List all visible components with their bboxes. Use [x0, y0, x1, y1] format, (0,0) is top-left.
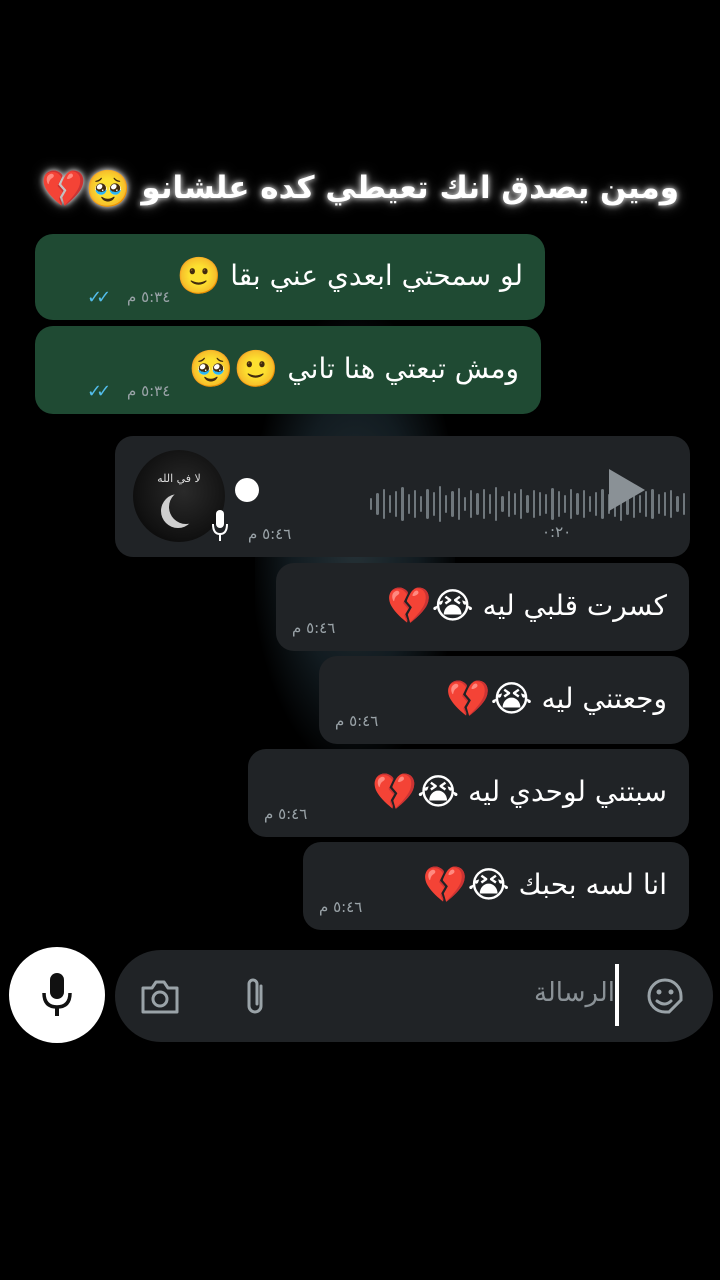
waveform-bar [376, 493, 379, 515]
microphone-icon [212, 510, 228, 541]
waveform-bar [663, 492, 666, 516]
waveform-bar [382, 489, 385, 519]
message-input[interactable]: الرسالة [534, 978, 615, 1008]
sticker-icon[interactable] [643, 974, 687, 1018]
message-text-row: لو سمحتي ابعدي عني بقا 🙂 [176, 259, 523, 295]
waveform-bar [651, 489, 654, 519]
message-time: ٥:٤٦ م [319, 898, 363, 916]
waveform-bar [570, 489, 573, 519]
waveform-bar [682, 493, 685, 515]
voice-record-button[interactable] [9, 947, 105, 1043]
waveform-bar [451, 491, 454, 517]
waveform-bar [426, 489, 429, 519]
message-time: ٥:٣٤ م [127, 288, 171, 306]
waveform-bar [388, 495, 391, 513]
message-emoji: 🙂 [176, 256, 222, 297]
waveform-bar [538, 492, 541, 516]
message-emoji: 😭💔 [445, 679, 533, 720]
message-composer[interactable]: الرسالة [115, 950, 713, 1042]
waveform-bar [488, 494, 491, 514]
message-emoji: 🙂🥹 [188, 349, 279, 390]
camera-icon[interactable] [139, 976, 181, 1016]
message-emoji: 😭💔 [386, 586, 474, 627]
message-text: لو سمحتي ابعدي عني بقا [230, 259, 523, 292]
waveform-bar [395, 491, 398, 517]
waveform-bar [407, 494, 410, 514]
message-text: انا لسه بحبك [518, 868, 667, 901]
text-cursor [615, 964, 619, 1026]
waveform-bar [645, 491, 648, 517]
waveform-bar [420, 496, 423, 512]
paperclip-icon[interactable] [241, 974, 271, 1018]
waveform-bar [482, 489, 485, 519]
message-text: سبتني لوحدي ليه [468, 775, 667, 808]
play-icon[interactable] [609, 469, 645, 511]
message-time: ٥:٤٦ م [264, 805, 308, 823]
playback-position-handle[interactable] [235, 478, 259, 502]
message-text: ومش تبعتي هنا تاني [287, 352, 519, 385]
message-text-row: كسرت قلبي ليه 😭💔 [387, 589, 667, 625]
message-time: ٥:٤٦ م [335, 712, 379, 730]
crescent-moon-icon [169, 490, 203, 524]
message-time: ٥:٤٦ م [248, 525, 292, 543]
message-text-row: سبتني لوحدي ليه 😭💔 [372, 775, 667, 811]
message-emoji: 😭💔 [422, 865, 510, 906]
waveform-bar [432, 492, 435, 516]
waveform-bar [670, 490, 673, 518]
waveform-bar [532, 490, 535, 518]
microphone-icon [42, 973, 72, 1016]
message-text-row: وجعتني ليه 😭💔 [446, 682, 667, 718]
waveform-bar [657, 494, 660, 514]
message-text-row: ومش تبعتي هنا تاني 🙂🥹 [189, 352, 519, 388]
waveform-bar [595, 492, 598, 516]
waveform-bar [513, 493, 516, 515]
waveform-bar [563, 495, 566, 513]
waveform-bar [413, 490, 416, 518]
avatar-calligraphy: لا في الله [157, 472, 201, 485]
waveform-bar [526, 495, 529, 513]
message-time: ٥:٣٤ م [127, 382, 171, 400]
incoming-message[interactable]: وجعتني ليه 😭💔 ٥:٤٦ م [319, 656, 689, 744]
outgoing-message[interactable]: لو سمحتي ابعدي عني بقا 🙂 ٥:٣٤ م ✓✓ [35, 234, 545, 320]
incoming-voice-message[interactable]: لا في الله ٠:٢٠ ٥:٤٦ م [115, 436, 690, 557]
waveform-bar [501, 496, 504, 512]
waveform-bar [551, 488, 554, 520]
message-text: كسرت قلبي ليه [482, 589, 667, 622]
double-check-icon: ✓✓ [87, 287, 111, 308]
voice-duration: ٠:٢٠ [542, 523, 572, 541]
caption-text: ومين يصدق انك تعيطي كده علشانو [141, 170, 680, 206]
waveform-bar [401, 487, 404, 521]
waveform-bar [370, 498, 373, 510]
waveform-bar [457, 488, 460, 520]
message-text-row: انا لسه بحبك 😭💔 [423, 868, 667, 904]
waveform-bar [470, 490, 473, 518]
message-text: وجعتني ليه [541, 682, 667, 715]
waveform-bar [507, 491, 510, 517]
waveform-bar [495, 487, 498, 521]
waveform-bar [601, 489, 604, 519]
waveform-bar [438, 486, 441, 522]
message-time: ٥:٤٦ م [292, 619, 336, 637]
waveform-bar [557, 491, 560, 517]
waveform-bar [588, 496, 591, 512]
double-check-icon: ✓✓ [87, 381, 111, 402]
outgoing-message[interactable]: ومش تبعتي هنا تاني 🙂🥹 ٥:٣٤ م ✓✓ [35, 326, 541, 414]
waveform-bar [545, 494, 548, 514]
incoming-message[interactable]: سبتني لوحدي ليه 😭💔 ٥:٤٦ م [248, 749, 689, 837]
message-emoji: 😭💔 [372, 772, 460, 813]
incoming-message[interactable]: انا لسه بحبك 😭💔 ٥:٤٦ م [303, 842, 689, 930]
waveform-bar [576, 493, 579, 515]
incoming-message[interactable]: كسرت قلبي ليه 😭💔 ٥:٤٦ م [276, 563, 689, 651]
waveform-bar [582, 490, 585, 518]
waveform-bar [463, 497, 466, 511]
waveform-bar [476, 493, 479, 515]
waveform-bar [676, 496, 679, 512]
video-caption: ومين يصدق انك تعيطي كده علشانو 🥹💔 [0, 170, 720, 208]
waveform-bar [445, 495, 448, 513]
caption-emojis: 🥹💔 [40, 168, 131, 210]
waveform-bar [520, 489, 523, 519]
